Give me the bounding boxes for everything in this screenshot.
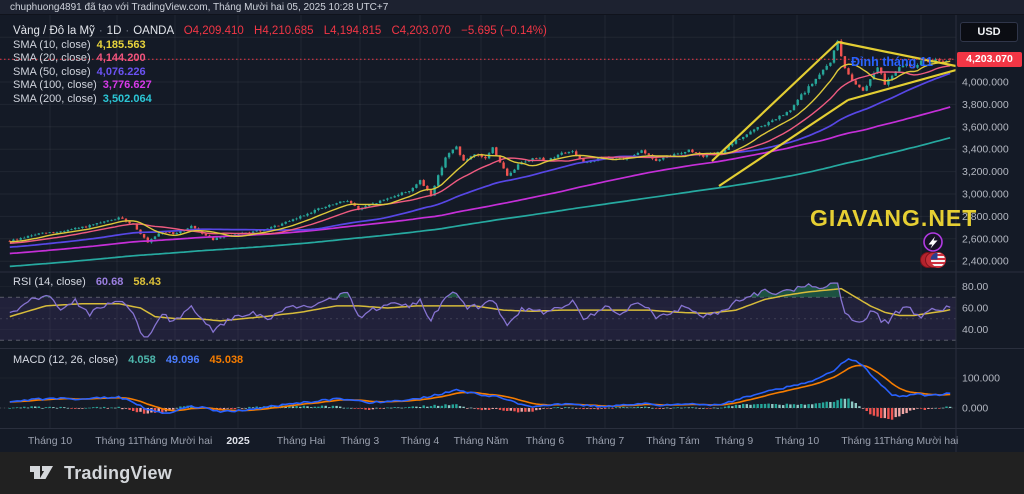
- svg-text:Tháng 4: Tháng 4: [401, 435, 440, 447]
- legend-sma-50[interactable]: SMA (50, close)4,076.226: [13, 66, 547, 79]
- svg-text:Tháng 6: Tháng 6: [526, 435, 565, 447]
- time-axis[interactable]: Tháng 10Tháng 11Tháng Mười hai2025Tháng …: [28, 435, 959, 447]
- svg-text:Tháng 11: Tháng 11: [95, 435, 139, 447]
- svg-text:3,200.000: 3,200.000: [962, 166, 1009, 178]
- svg-text:Tháng 9: Tháng 9: [715, 435, 754, 447]
- symbol-row[interactable]: Vàng / Đô la Mỹ·1D·OANDA O4,209.410 H4,2…: [13, 24, 547, 39]
- svg-text:Tháng 7: Tháng 7: [586, 435, 625, 447]
- svg-text:Tháng 11: Tháng 11: [841, 435, 885, 447]
- svg-text:4,000.000: 4,000.000: [962, 77, 1009, 89]
- svg-text:80.00: 80.00: [962, 281, 988, 293]
- svg-text:2025: 2025: [226, 435, 250, 447]
- svg-text:Tháng 3: Tháng 3: [341, 435, 380, 447]
- ohlc-low: L4,194.815: [324, 25, 382, 37]
- ohlc-change: −5.695 (−0.14%): [461, 25, 547, 37]
- legend-sma-200[interactable]: SMA (200, close)3,502.064: [13, 93, 547, 106]
- symbol-title: Vàng / Đô la Mỹ: [13, 25, 95, 37]
- svg-text:Tháng Mười hai: Tháng Mười hai: [884, 435, 959, 447]
- svg-text:60.00: 60.00: [962, 303, 988, 315]
- svg-text:Tháng 10: Tháng 10: [28, 435, 73, 447]
- ohlc-high: H4,210.685: [254, 25, 313, 37]
- macd-legend[interactable]: MACD (12, 26, close) 4.058 49.096 45.038: [13, 354, 243, 366]
- watermark: GIAVANG.NET: [810, 205, 977, 232]
- pattern-annotation[interactable]: Đỉnh tháng 11: [851, 55, 933, 69]
- tradingview-brand-text[interactable]: TradingView: [64, 463, 172, 484]
- svg-text:Tháng Mười hai: Tháng Mười hai: [138, 435, 213, 447]
- svg-text:2,600.000: 2,600.000: [962, 233, 1009, 245]
- chart-legend: Vàng / Đô la Mỹ·1D·OANDA O4,209.410 H4,2…: [13, 24, 547, 106]
- tradingview-logo-icon[interactable]: [28, 460, 55, 486]
- ohlc-open: O4,209.410: [184, 25, 244, 37]
- svg-text:3,000.000: 3,000.000: [962, 189, 1009, 201]
- attribution-bar: chuphuong4891 đã tạo với TradingView.com…: [0, 0, 1024, 15]
- legend-sma-10[interactable]: SMA (10, close)4,185.563: [13, 39, 547, 52]
- svg-text:3,400.000: 3,400.000: [962, 144, 1009, 156]
- svg-text:0.000: 0.000: [962, 403, 988, 415]
- svg-text:Tháng Hai: Tháng Hai: [277, 435, 325, 447]
- svg-text:3,600.000: 3,600.000: [962, 121, 1009, 133]
- svg-text:3,800.000: 3,800.000: [962, 99, 1009, 111]
- svg-text:Tháng Tám: Tháng Tám: [646, 435, 700, 447]
- symbol-interval: 1D: [107, 25, 122, 37]
- svg-text:40.00: 40.00: [962, 324, 988, 336]
- svg-text:Tháng Năm: Tháng Năm: [454, 435, 509, 447]
- tradingview-chart-snapshot: chuphuong4891 đã tạo với TradingView.com…: [0, 0, 1024, 494]
- rsi-legend[interactable]: RSI (14, close) 60.68 58.43: [13, 276, 161, 288]
- currency-button[interactable]: USD: [960, 22, 1018, 42]
- legend-sma-20[interactable]: SMA (20, close)4,144.200: [13, 52, 547, 65]
- last-price-badge: 4,203.070: [957, 52, 1022, 67]
- legend-sma-100[interactable]: SMA (100, close)3,776.627: [13, 79, 547, 92]
- svg-text:Tháng 10: Tháng 10: [775, 435, 820, 447]
- svg-text:100.000: 100.000: [962, 373, 1000, 385]
- svg-text:2,400.000: 2,400.000: [962, 256, 1009, 268]
- ohlc-close: C4,203.070: [391, 25, 450, 37]
- footer-bar: TradingView: [0, 452, 1024, 494]
- symbol-exchange: OANDA: [133, 25, 173, 37]
